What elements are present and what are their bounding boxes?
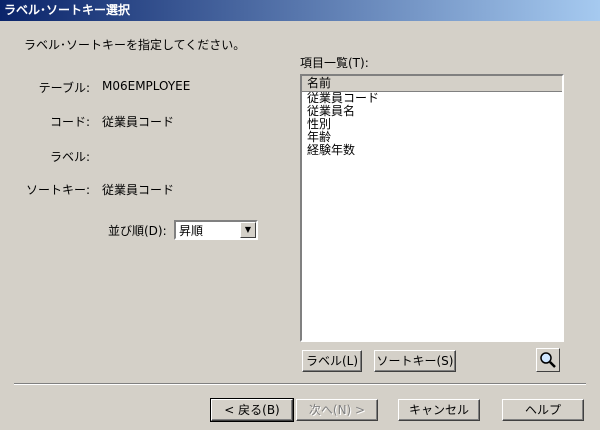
sortkey-value: 従業員コード <box>102 183 175 197</box>
order-select[interactable]: 昇順 ▼ <box>174 220 258 240</box>
next-button-text: 次へ(N) > <box>308 403 366 417</box>
cancel-button-text: キャンセル <box>408 403 469 417</box>
search-button[interactable] <box>536 348 560 372</box>
list-item[interactable]: 従業員名 <box>302 105 562 118</box>
label-button-text: ラベル(L) <box>305 354 359 368</box>
order-label: 並び順(D): <box>108 224 167 238</box>
label-button[interactable]: ラベル(L) <box>302 350 362 372</box>
magnifier-icon <box>540 352 556 368</box>
code-value: 従業員コード <box>102 115 175 129</box>
list-column-header[interactable]: 名前 <box>302 76 562 92</box>
list-item[interactable]: 経験年数 <box>302 144 562 157</box>
sortkey-label: ソートキー: <box>25 183 90 197</box>
instruction-text: ラベル･ソートキーを指定してください。 <box>24 38 246 52</box>
dialog-window: ラベル･ソートキー選択 ラベル･ソートキーを指定してください。 テーブル: M0… <box>0 0 600 430</box>
label-label: ラベル: <box>49 150 90 164</box>
help-button[interactable]: ヘルプ <box>502 399 584 421</box>
sortkey-button-text: ソートキー(S) <box>376 354 454 368</box>
chevron-down-icon[interactable]: ▼ <box>240 222 256 238</box>
code-label: コード: <box>49 115 90 129</box>
list-item[interactable]: 性別 <box>302 118 562 131</box>
next-button[interactable]: 次へ(N) > <box>296 399 378 421</box>
items-listbox[interactable]: 名前 従業員コード 従業員名 性別 年齢 経験年数 <box>300 74 564 342</box>
title-bar: ラベル･ソートキー選択 <box>0 0 600 21</box>
separator <box>14 383 586 385</box>
table-label: テーブル: <box>38 81 90 95</box>
order-select-value: 昇順 <box>179 224 204 238</box>
table-value: M06EMPLOYEE <box>102 79 191 93</box>
help-button-text: ヘルプ <box>524 403 561 417</box>
back-button[interactable]: < 戻る(B) <box>210 398 294 422</box>
items-list-label: 項目一覧(T): <box>300 56 369 70</box>
back-button-text: < 戻る(B) <box>224 403 280 417</box>
cancel-button[interactable]: キャンセル <box>398 399 480 421</box>
sortkey-button[interactable]: ソートキー(S) <box>374 350 456 372</box>
